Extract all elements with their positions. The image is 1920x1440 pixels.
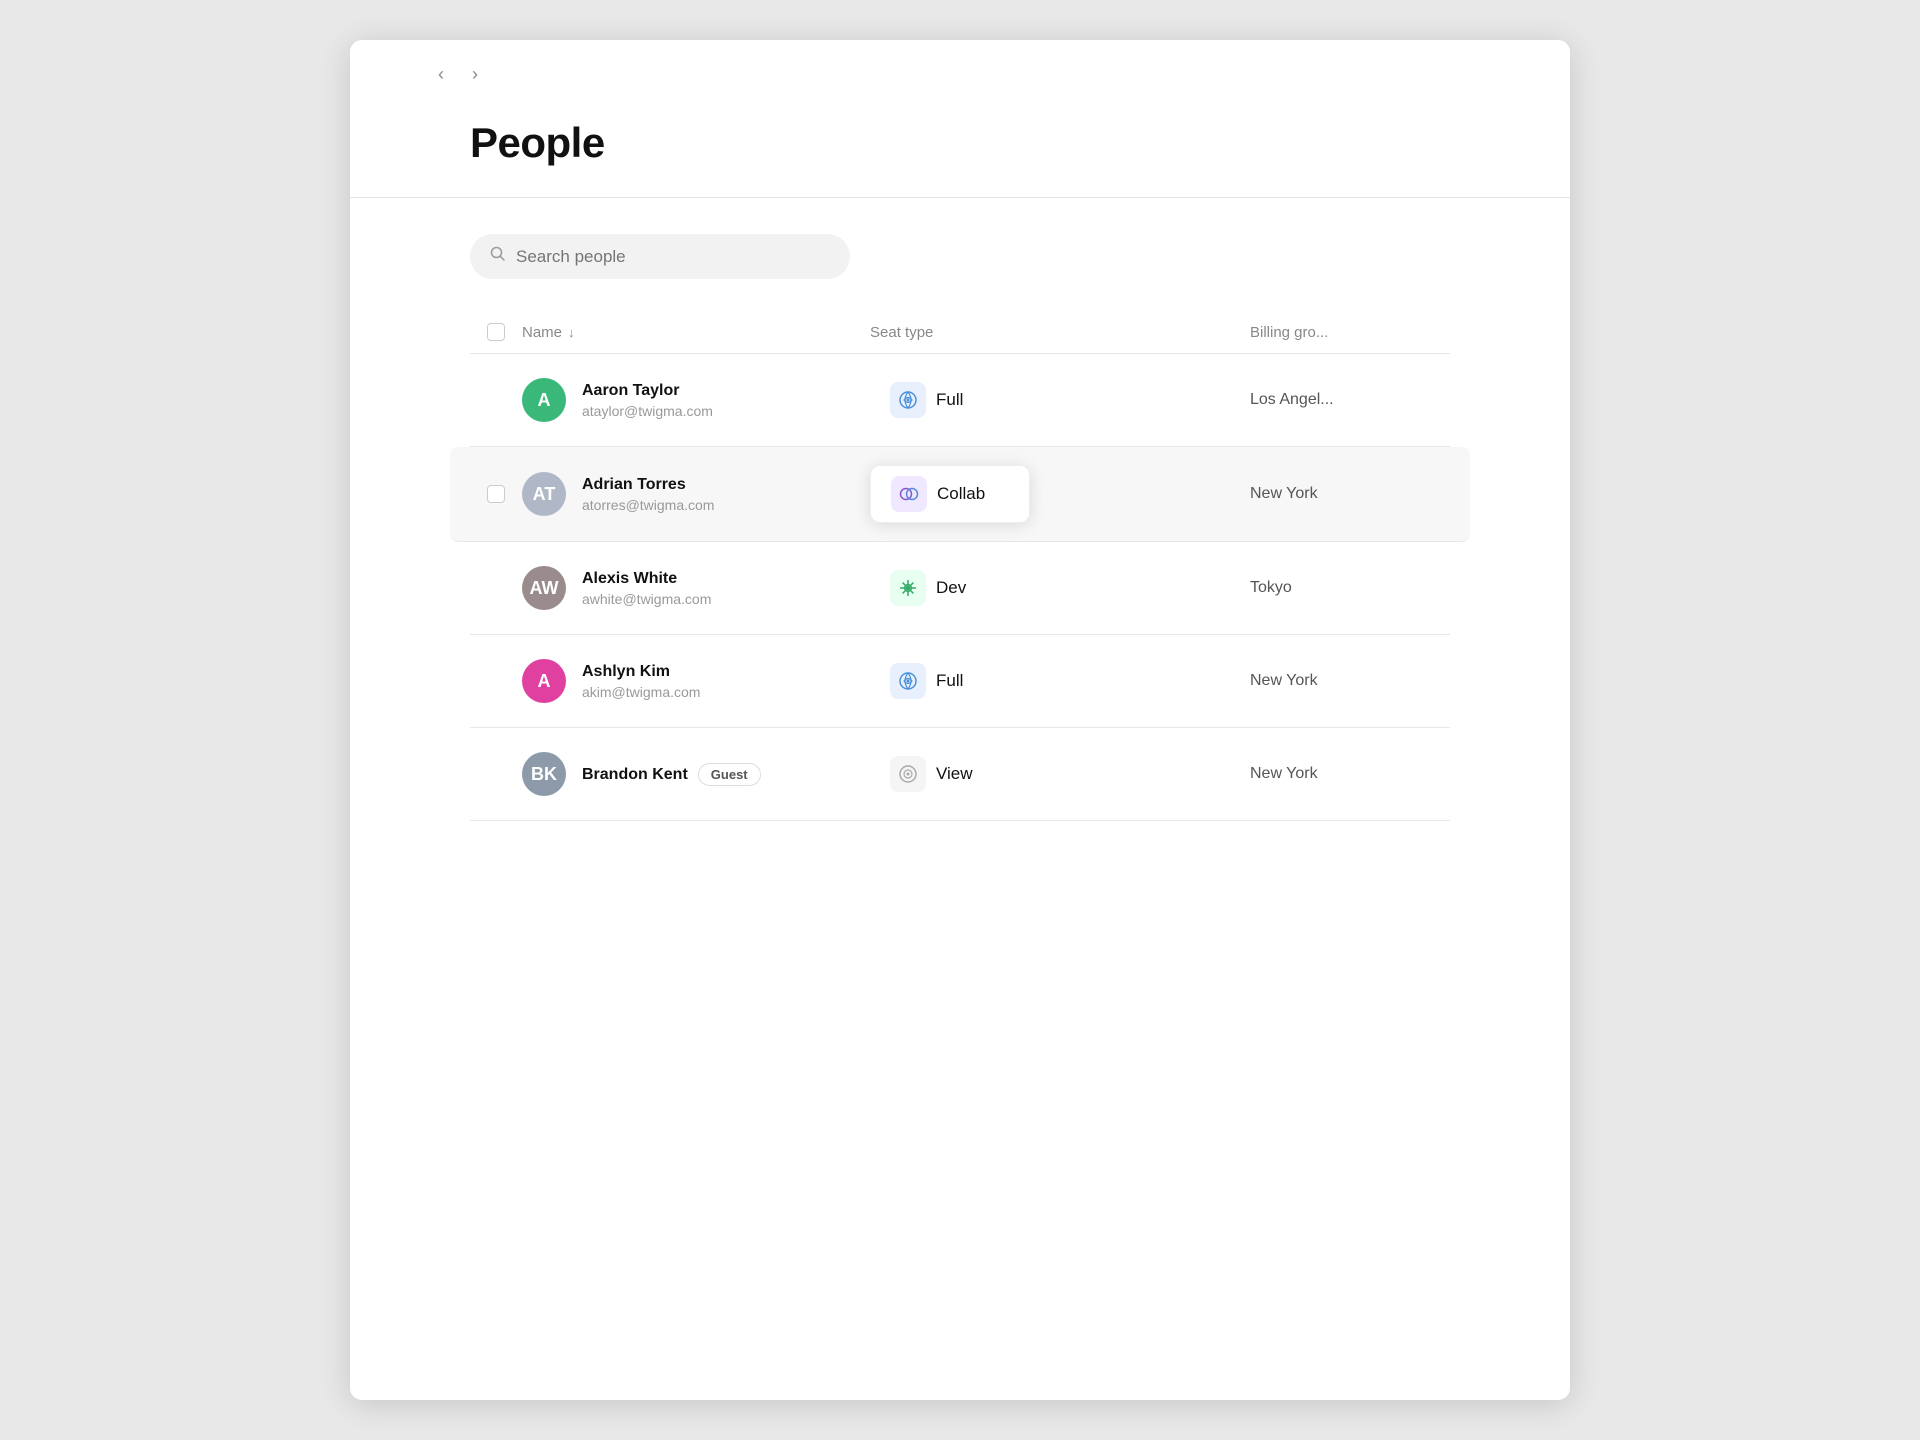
seat-type-label: Full <box>936 671 963 691</box>
table-row[interactable]: A Aaron Taylor ataylor@twigma.com Full L… <box>470 354 1450 447</box>
seat-cell: View <box>870 746 1250 802</box>
main-window: ‹ › People Name ↓ <box>350 40 1570 1400</box>
back-button[interactable]: ‹ <box>430 60 452 89</box>
person-email: akim@twigma.com <box>582 684 700 700</box>
person-name: Brandon KentGuest <box>582 763 761 786</box>
header-name-col: Name ↓ <box>522 324 870 341</box>
forward-button[interactable]: › <box>464 60 486 89</box>
seat-cell: Collab <box>870 465 1250 523</box>
seat-type-label: View <box>936 764 973 784</box>
name-cell: AT Adrian Torres atorres@twigma.com <box>522 472 870 516</box>
avatar: BK <box>522 752 566 796</box>
person-info: Brandon KentGuest <box>582 763 761 786</box>
seat-type-column-header: Seat type <box>870 324 1250 341</box>
nav-bar: ‹ › <box>350 40 1570 109</box>
full-seat-icon <box>890 382 926 418</box>
search-icon <box>490 246 506 267</box>
name-column-header[interactable]: Name ↓ <box>522 324 870 341</box>
header-checkbox-col <box>470 323 522 341</box>
table-row[interactable]: BK Brandon KentGuest View New York <box>470 728 1450 821</box>
dev-seat-icon <box>890 570 926 606</box>
row-checkbox[interactable] <box>487 485 505 503</box>
table-header: Name ↓ Seat type Billing gro... <box>470 311 1450 354</box>
view-seat-icon <box>890 756 926 792</box>
person-info: Aaron Taylor ataylor@twigma.com <box>582 382 713 419</box>
person-name: Aaron Taylor <box>582 382 713 400</box>
avatar: AW <box>522 566 566 610</box>
seat-type-badge: Collab <box>870 465 1030 523</box>
avatar: A <box>522 378 566 422</box>
name-cell: BK Brandon KentGuest <box>522 752 870 796</box>
page-title: People <box>470 119 1450 167</box>
billing-cell: Los Angel... <box>1250 391 1450 409</box>
table-row[interactable]: AT Adrian Torres atorres@twigma.com Coll… <box>450 447 1470 542</box>
person-info: Ashlyn Kim akim@twigma.com <box>582 663 700 700</box>
avatar: AT <box>522 472 566 516</box>
seat-type-label: Full <box>936 390 963 410</box>
person-info: Adrian Torres atorres@twigma.com <box>582 476 714 513</box>
billing-cell: Tokyo <box>1250 579 1450 597</box>
person-info: Alexis White awhite@twigma.com <box>582 570 711 607</box>
content-area: Name ↓ Seat type Billing gro... A Aaron … <box>350 198 1570 821</box>
seat-cell: Full <box>870 372 1250 428</box>
seat-type-label: Dev <box>936 578 966 598</box>
table-row[interactable]: AW Alexis White awhite@twigma.com Dev To… <box>470 542 1450 635</box>
name-cell: A Ashlyn Kim akim@twigma.com <box>522 659 870 703</box>
avatar: A <box>522 659 566 703</box>
guest-badge: Guest <box>698 763 761 786</box>
person-name: Alexis White <box>582 570 711 588</box>
sort-arrow-icon: ↓ <box>568 325 575 340</box>
person-name: Adrian Torres <box>582 476 714 494</box>
billing-cell: New York <box>1250 765 1450 783</box>
person-email: ataylor@twigma.com <box>582 403 713 419</box>
person-email: atorres@twigma.com <box>582 497 714 513</box>
seat-type-badge: Full <box>870 372 1030 428</box>
full-seat-icon <box>890 663 926 699</box>
table-row[interactable]: A Ashlyn Kim akim@twigma.com Full New Yo… <box>470 635 1450 728</box>
seat-type-label: Collab <box>937 484 985 504</box>
billing-group-column-header: Billing gro... <box>1250 324 1450 341</box>
page-title-section: People <box>350 109 1570 198</box>
header-billing-col: Billing gro... <box>1250 324 1450 341</box>
name-cell: A Aaron Taylor ataylor@twigma.com <box>522 378 870 422</box>
table-body: A Aaron Taylor ataylor@twigma.com Full L… <box>470 354 1450 821</box>
row-checkbox-col <box>470 485 522 503</box>
name-cell: AW Alexis White awhite@twigma.com <box>522 566 870 610</box>
person-email: awhite@twigma.com <box>582 591 711 607</box>
billing-cell: New York <box>1250 672 1450 690</box>
seat-cell: Full <box>870 653 1250 709</box>
seat-type-badge: Dev <box>870 560 1030 616</box>
search-input[interactable] <box>516 247 830 267</box>
billing-cell: New York <box>1250 485 1450 503</box>
seat-cell: Dev <box>870 560 1250 616</box>
header-seat-col: Seat type <box>870 324 1250 341</box>
search-bar[interactable] <box>470 234 850 279</box>
collab-seat-icon <box>891 476 927 512</box>
select-all-checkbox[interactable] <box>487 323 505 341</box>
seat-type-badge: View <box>870 746 1030 802</box>
seat-type-badge: Full <box>870 653 1030 709</box>
person-name: Ashlyn Kim <box>582 663 700 681</box>
